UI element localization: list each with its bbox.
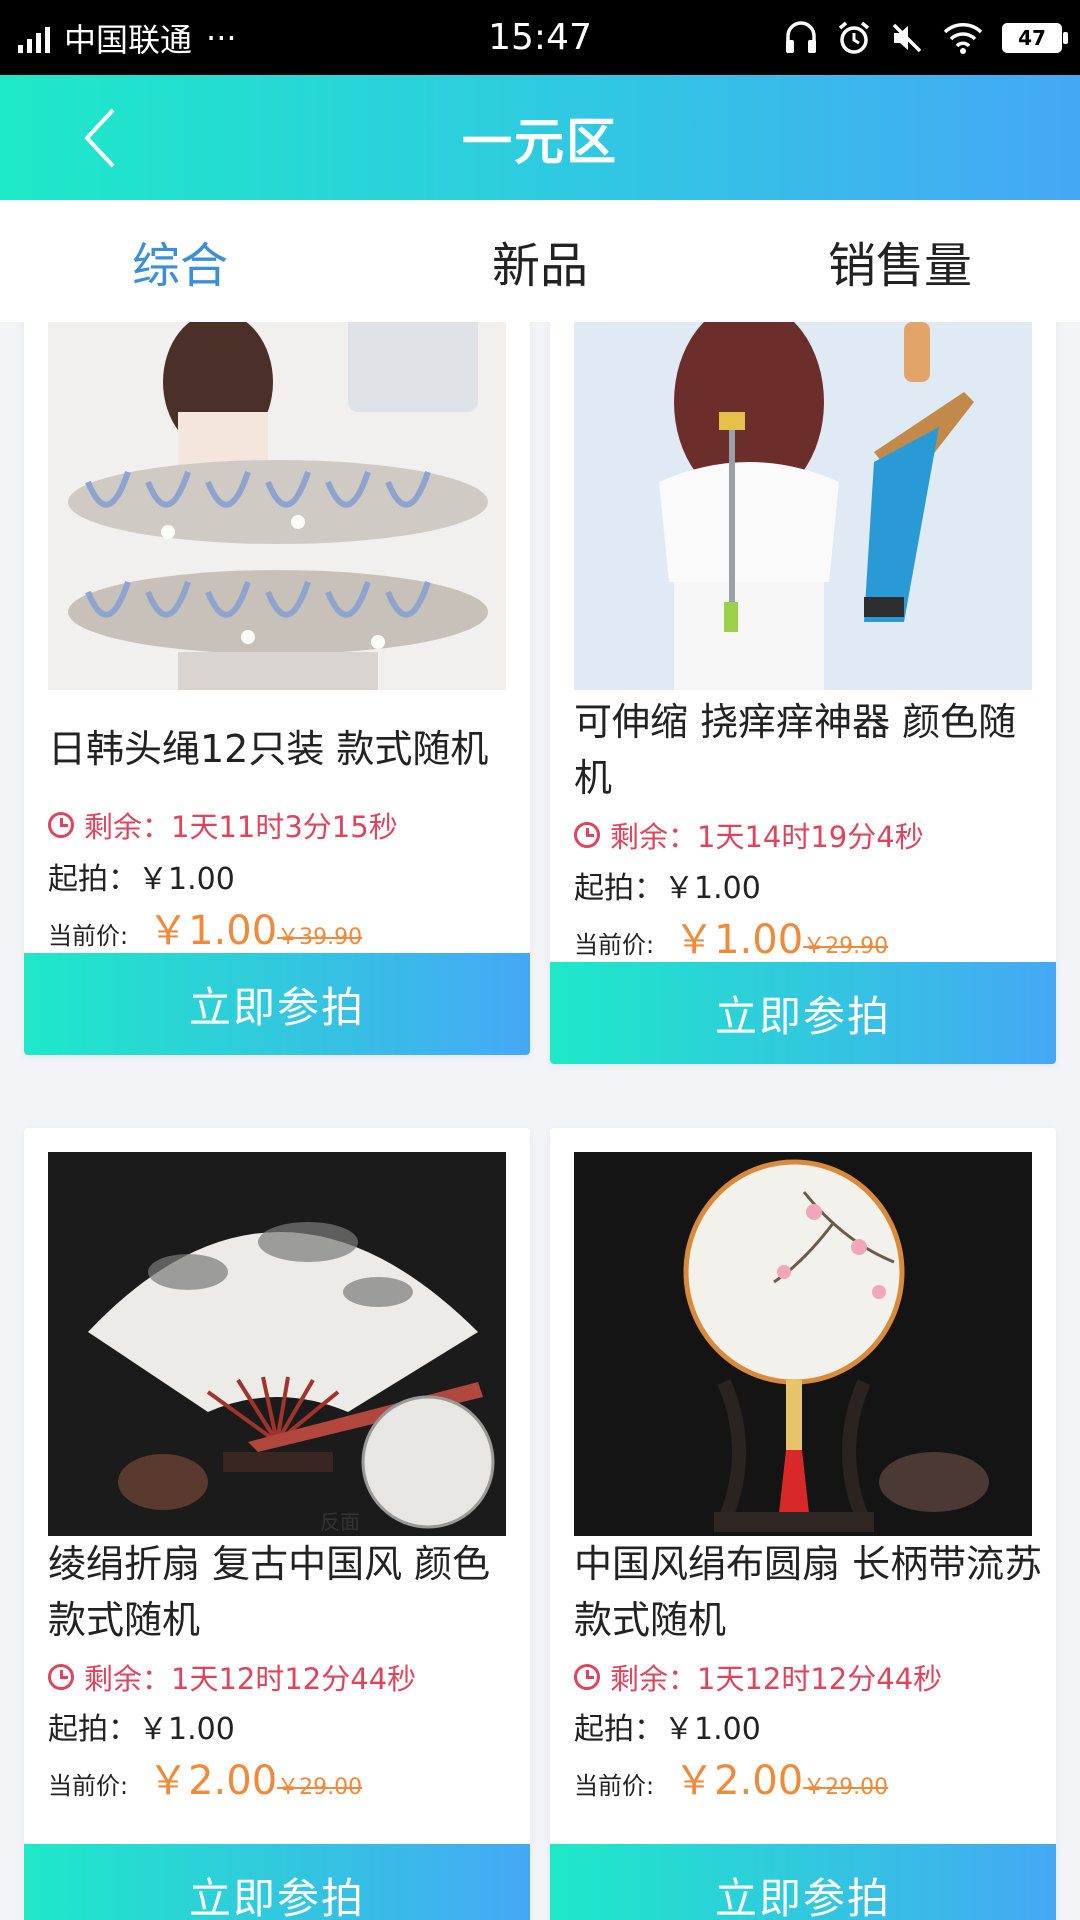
folding-fan-image [48,1152,506,1536]
product-image[interactable] [574,1152,1032,1536]
status-right: 47 [784,20,1068,56]
join-auction-button[interactable]: 立即参拍 [550,1844,1056,1920]
headphones-icon [786,20,816,53]
product-grid: 日韩头绳12只装 款式随机 剩余：1天11时3分15秒 起拍：￥1.00 当前价… [0,322,1080,1920]
countdown: 剩余：1天12时12分44秒 [574,1656,942,1698]
countdown-text: 剩余：1天12时12分44秒 [84,1662,417,1696]
original-price: ￥29.90 [803,934,889,959]
product-title[interactable]: 中国风绢布圆扇 长柄带流苏 款式随机 [574,1536,1044,1648]
countdown: 剩余：1天14时19分4秒 [574,814,924,856]
current-price-label: 当前价: [574,931,655,959]
clock-icon [48,1664,74,1690]
battery-icon: 47 [1002,22,1068,53]
back-scratcher-image [574,322,1032,690]
page-title: 一元区 [462,112,618,171]
wifi-icon [943,22,983,54]
current-price-row: 当前价: ￥2.00 ￥29.00 [48,1748,362,1806]
status-bar: 中国联通 ··· 15:47 47 [0,0,1080,75]
original-price: ￥29.00 [803,1775,889,1800]
product-title[interactable]: 日韩头绳12只装 款式随机 [48,690,518,808]
countdown-text: 剩余：1天12时12分44秒 [610,1662,943,1696]
hair-ties-image [48,322,506,690]
more-dots: ··· [206,18,237,57]
clock-icon [574,822,600,848]
battery-level: 47 [1018,25,1046,50]
current-price: ￥2.00 [674,1758,804,1804]
current-price-row: 当前价: ￥2.00 ￥29.00 [574,1748,888,1806]
product-card[interactable]: 日韩头绳12只装 款式随机 剩余：1天11时3分15秒 起拍：￥1.00 当前价… [24,322,530,1055]
clock-icon [574,1664,600,1690]
current-price: ￥2.00 [148,1758,278,1804]
current-price-row: 当前价: ￥1.00 ￥29.90 [574,907,888,965]
start-price: 起拍：￥1.00 [48,1712,235,1747]
join-auction-button[interactable]: 立即参拍 [24,953,530,1055]
product-card[interactable]: 中国风绢布圆扇 长柄带流苏 款式随机 剩余：1天12时12分44秒 起拍：￥1.… [550,1128,1056,1920]
image-caption: 反面 [320,1510,360,1534]
current-price: ￥1.00 [148,908,278,954]
current-price-label: 当前价: [574,1772,655,1800]
sort-tabs: 综合 新品 销售量 [0,200,1080,322]
product-card[interactable]: 可伸缩 挠痒痒神器 颜色随机 剩余：1天14时19分4秒 起拍：￥1.00 当前… [550,322,1056,1064]
tab-sales[interactable]: 销售量 [720,200,1080,322]
product-title[interactable]: 可伸缩 挠痒痒神器 颜色随机 [574,694,1044,806]
product-image[interactable] [574,322,1032,690]
product-image[interactable]: 反面 [48,1152,506,1536]
join-auction-button[interactable]: 立即参拍 [24,1844,530,1920]
current-price-label: 当前价: [48,1772,129,1800]
chevron-left-icon [84,108,115,168]
signal-icon [18,23,50,53]
alarm-icon [838,21,870,54]
original-price: ￥29.00 [277,1775,363,1800]
original-price: ￥39.90 [277,925,363,950]
current-price-row: 当前价: ￥1.00 ￥39.90 [48,898,362,956]
countdown-text: 剩余：1天11时3分15秒 [84,810,398,844]
tab-new[interactable]: 新品 [360,200,720,322]
tab-comprehensive[interactable]: 综合 [0,200,360,322]
current-price-label: 当前价: [48,922,129,950]
back-button[interactable] [70,103,130,173]
clock-icon [48,812,74,838]
mute-icon [892,23,922,52]
product-card[interactable]: 反面 绫绢折扇 复古中国风 颜色款式随机 剩余：1天12时12分44秒 起拍：￥… [24,1128,530,1920]
countdown-text: 剩余：1天14时19分4秒 [610,820,924,854]
product-title[interactable]: 绫绢折扇 复古中国风 颜色款式随机 [48,1536,518,1648]
countdown: 剩余：1天12时12分44秒 [48,1656,416,1698]
status-left: 中国联通 ··· [18,15,237,61]
nav-header: 一元区 [0,75,1080,200]
round-fan-image [574,1152,1032,1536]
start-price: 起拍：￥1.00 [574,871,761,906]
start-price: 起拍：￥1.00 [48,862,235,897]
join-auction-button[interactable]: 立即参拍 [550,962,1056,1064]
countdown: 剩余：1天11时3分15秒 [48,804,398,846]
start-price: 起拍：￥1.00 [574,1712,761,1747]
product-image[interactable] [48,322,506,690]
current-price: ￥1.00 [674,917,804,963]
carrier-name: 中国联通 [64,20,193,59]
